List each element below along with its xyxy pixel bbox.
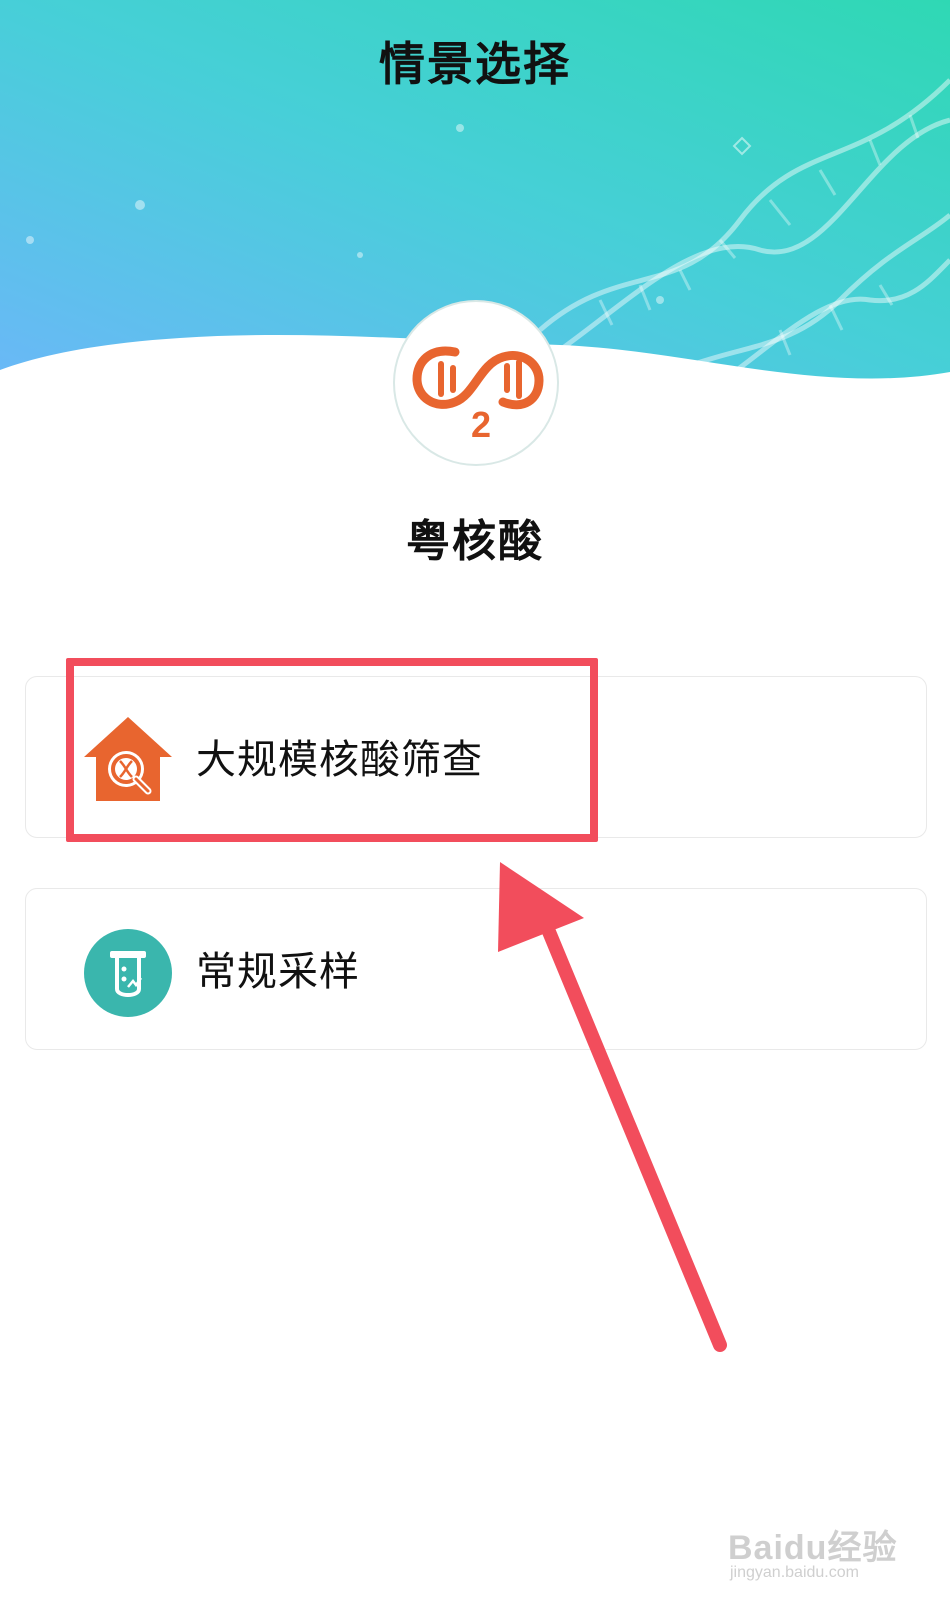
watermark: Baidu经验 jingyan.baidu.com	[728, 1520, 938, 1590]
watermark-main: Baidu经验	[728, 1529, 898, 1567]
watermark-url: jingyan.baidu.com	[730, 1564, 859, 1581]
annotation-arrow-icon	[498, 862, 727, 1352]
screen: 情景选择 2 粤核酸 大规模核酸筛查 常规采样 Baidu经验 jingyan.…	[0, 0, 950, 1600]
